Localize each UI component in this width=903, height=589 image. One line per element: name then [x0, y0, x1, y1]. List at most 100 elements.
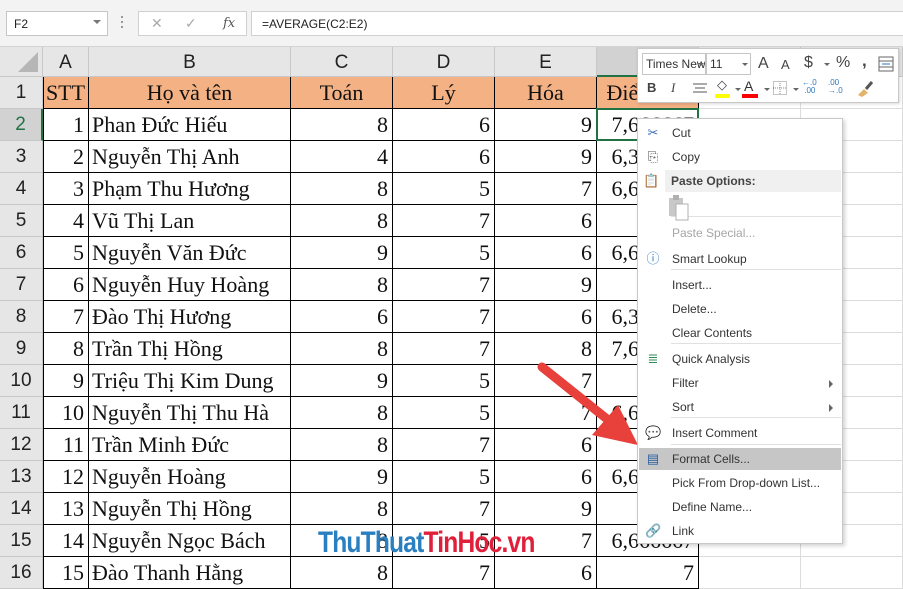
cell-ly[interactable]: 7 — [393, 205, 495, 237]
cell-name[interactable]: Đào Thanh Hằng — [89, 557, 291, 589]
menu-item-format-cells[interactable]: ▤ Format Cells... — [639, 448, 841, 470]
row-header-13[interactable]: 13 — [0, 461, 43, 493]
menu-item-quick-analysis[interactable]: ≣ Quick Analysis — [639, 348, 841, 370]
cell-ly[interactable]: 7 — [393, 333, 495, 365]
menu-item-insert[interactable]: Insert... — [639, 274, 841, 296]
cell-ly[interactable]: 6 — [393, 109, 495, 141]
align-center-icon[interactable] — [693, 82, 707, 95]
cell-name[interactable]: Triệu Thị Kim Dung — [89, 365, 291, 397]
cell-toan[interactable]: 6 — [291, 301, 393, 333]
cell-name[interactable]: Trần Minh Đức — [89, 429, 291, 461]
currency-format-icon[interactable]: $ — [804, 54, 813, 72]
row-header-6[interactable]: 6 — [0, 237, 43, 269]
percent-style-icon[interactable]: % — [836, 54, 850, 72]
column-header-c[interactable]: C — [291, 47, 393, 77]
decrease-font-size-icon[interactable]: A — [781, 57, 790, 72]
header-cell[interactable]: Lý — [393, 77, 495, 109]
row-header-5[interactable]: 5 — [0, 205, 43, 237]
cell-stt[interactable]: 6 — [43, 269, 89, 301]
insert-function-icon[interactable]: fx — [223, 16, 235, 31]
cell-name[interactable]: Nguyễn Thị Thu Hà — [89, 397, 291, 429]
cell-hoa[interactable]: 6 — [495, 461, 597, 493]
cell-stt[interactable]: 13 — [43, 493, 89, 525]
chevron-down-icon[interactable] — [793, 88, 799, 91]
font-name-select[interactable]: Times New Roman — [642, 53, 706, 75]
chevron-down-icon[interactable] — [698, 63, 704, 66]
italic-button[interactable]: I — [671, 80, 675, 96]
cell-ly[interactable]: 5 — [393, 237, 495, 269]
cell-toan[interactable]: 8 — [291, 109, 393, 141]
chevron-down-icon[interactable] — [93, 20, 101, 24]
row-header-16[interactable]: 16 — [0, 557, 43, 589]
chevron-down-icon[interactable] — [764, 88, 770, 91]
cell-stt[interactable]: 7 — [43, 301, 89, 333]
cell-ly[interactable]: 7 — [393, 493, 495, 525]
cell-stt[interactable]: 15 — [43, 557, 89, 589]
menu-item-cut[interactable]: ✂ Cut — [639, 122, 841, 144]
cell-stt[interactable]: 10 — [43, 397, 89, 429]
cell-name[interactable]: Đào Thị Hương — [89, 301, 291, 333]
column-header-e[interactable]: E — [495, 47, 597, 77]
cell-ly[interactable]: 7 — [393, 269, 495, 301]
cell-stt[interactable]: 14 — [43, 525, 89, 557]
row-header-8[interactable]: 8 — [0, 301, 43, 333]
cell-name[interactable]: Nguyễn Thị Anh — [89, 141, 291, 173]
bold-button[interactable]: B — [647, 80, 656, 95]
cell-toan[interactable]: 8 — [291, 557, 393, 589]
cell-toan[interactable]: 8 — [291, 269, 393, 301]
column-header-d[interactable]: D — [393, 47, 495, 77]
row-header-2[interactable]: 2 — [0, 109, 43, 141]
cell-toan[interactable]: 8 — [291, 173, 393, 205]
formula-input[interactable]: =AVERAGE(C2:E2) — [251, 11, 903, 36]
cell-ly[interactable]: 5 — [393, 397, 495, 429]
font-color-icon[interactable]: A — [744, 78, 753, 94]
cell-hoa[interactable]: 6 — [495, 557, 597, 589]
enter-icon[interactable]: ✓ — [185, 15, 197, 32]
cell-stt[interactable]: 5 — [43, 237, 89, 269]
cell-stt[interactable]: 4 — [43, 205, 89, 237]
cell-stt[interactable]: 1 — [43, 109, 89, 141]
cell-ly[interactable]: 7 — [393, 429, 495, 461]
decrease-decimal-icon[interactable]: .00 →.0 — [828, 79, 843, 95]
cell-hoa[interactable]: 6 — [495, 237, 597, 269]
row-header-15[interactable]: 15 — [0, 525, 43, 557]
menu-item-clear-contents[interactable]: Clear Contents — [639, 322, 841, 344]
menu-item-smart-lookup[interactable]: ⓘ Smart Lookup — [639, 248, 841, 270]
cell-name[interactable]: Phan Đức Hiếu — [89, 109, 291, 141]
cancel-icon[interactable]: ✕ — [151, 15, 163, 32]
cell-ly[interactable]: 6 — [393, 141, 495, 173]
header-cell[interactable]: Hóa — [495, 77, 597, 109]
row-header-7[interactable]: 7 — [0, 269, 43, 301]
cell-toan[interactable]: 8 — [291, 205, 393, 237]
header-cell[interactable]: Toán — [291, 77, 393, 109]
cell-stt[interactable]: 3 — [43, 173, 89, 205]
menu-item-pick-from-drop-down-list[interactable]: Pick From Drop-down List... — [639, 472, 841, 494]
cell-ly[interactable]: 7 — [393, 301, 495, 333]
empty-cell[interactable] — [801, 557, 903, 589]
fill-color-icon[interactable]: ◇ — [717, 77, 727, 93]
cell-name[interactable]: Nguyễn Thị Hồng — [89, 493, 291, 525]
cell-name[interactable]: Nguyễn Hoàng — [89, 461, 291, 493]
increase-font-size-icon[interactable]: A — [758, 55, 769, 73]
cell-toan[interactable]: 9 — [291, 365, 393, 397]
cell-toan[interactable]: 8 — [291, 493, 393, 525]
cell-hoa[interactable]: 9 — [495, 141, 597, 173]
paste-option-icon[interactable] — [668, 195, 690, 221]
column-header-a[interactable]: A — [43, 47, 89, 77]
menu-item-sort[interactable]: Sort — [639, 396, 841, 418]
select-all-button[interactable] — [0, 47, 43, 77]
cell-hoa[interactable]: 9 — [495, 269, 597, 301]
drag-handle-icon[interactable] — [121, 16, 124, 30]
cell-ly[interactable]: 5 — [393, 365, 495, 397]
row-header-1[interactable]: 1 — [0, 77, 43, 109]
comma-style-icon[interactable]: , — [862, 51, 867, 71]
cell-ly[interactable]: 7 — [393, 557, 495, 589]
cell-stt[interactable]: 8 — [43, 333, 89, 365]
menu-item-link[interactable]: 🔗 Link — [639, 520, 841, 542]
cell-hoa[interactable]: 9 — [495, 109, 597, 141]
cell-toan[interactable]: 8 — [291, 429, 393, 461]
chevron-down-icon[interactable] — [735, 88, 741, 91]
row-header-14[interactable]: 14 — [0, 493, 43, 525]
name-box[interactable]: F2 — [6, 11, 108, 36]
row-header-3[interactable]: 3 — [0, 141, 43, 173]
